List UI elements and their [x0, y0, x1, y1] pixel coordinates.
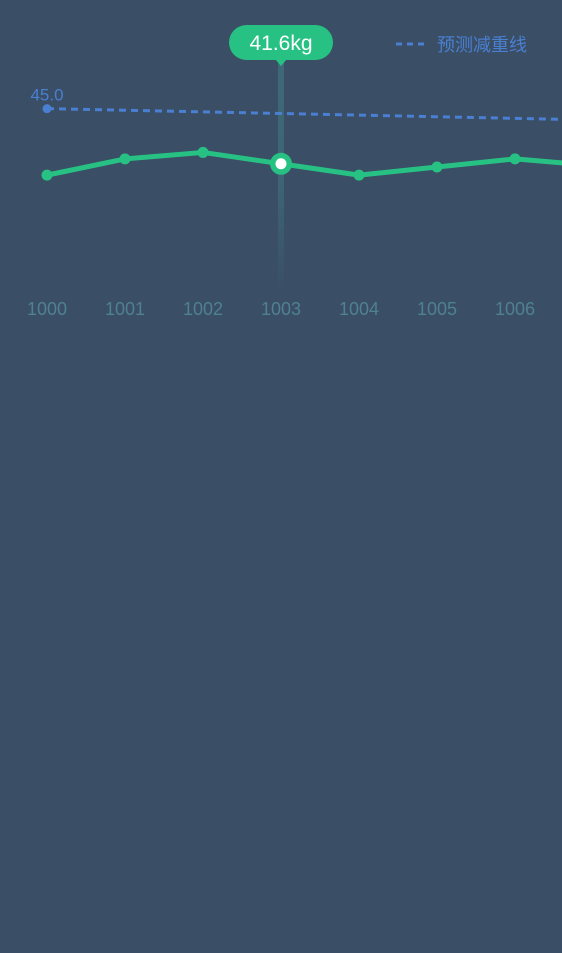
- value-tooltip: 41.6kg: [229, 25, 333, 66]
- legend: 预测减重线: [396, 35, 527, 55]
- weight-point[interactable]: [197, 146, 209, 158]
- x-tick-label: 1006: [495, 299, 535, 319]
- chart-canvas: 45.0 10001001100210031004100510061007 41…: [27, 25, 562, 319]
- weight-point[interactable]: [353, 169, 365, 181]
- selected-point-center: [275, 158, 287, 170]
- x-tick-label: 1003: [261, 299, 301, 319]
- hover-cursor-line: [278, 60, 284, 295]
- weight-chart: 45.0 10001001100210031004100510061007 41…: [0, 0, 562, 953]
- legend-label: 预测减重线: [437, 35, 527, 55]
- weight-point[interactable]: [41, 169, 53, 181]
- weight-line-layer: [41, 146, 562, 181]
- x-axis-ticks: 10001001100210031004100510061007: [27, 299, 535, 319]
- prediction-start-point: [42, 104, 52, 114]
- hover-cursor-layer: [278, 60, 284, 295]
- prediction-line: [46, 107, 562, 121]
- x-tick-label: 1002: [183, 299, 223, 319]
- x-tick-label: 1004: [339, 299, 379, 319]
- x-tick-label: 1005: [417, 299, 457, 319]
- weight-point[interactable]: [119, 153, 131, 165]
- x-tick-label: 1001: [105, 299, 145, 319]
- prediction-start-label: 45.0: [30, 86, 63, 105]
- prediction-line-layer: 45.0: [30, 86, 562, 121]
- weight-point[interactable]: [431, 161, 443, 173]
- x-tick-label: 1000: [27, 299, 67, 319]
- weight-point[interactable]: [509, 153, 521, 165]
- tooltip-value: 41.6kg: [249, 32, 312, 55]
- tooltip-pointer: [275, 59, 287, 66]
